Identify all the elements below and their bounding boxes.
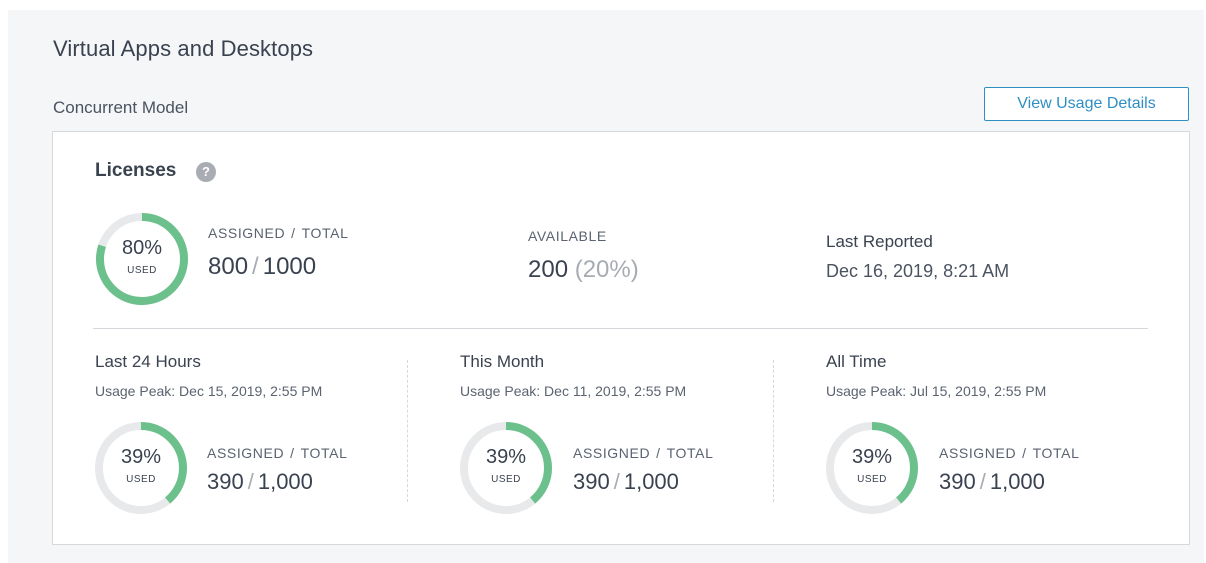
assigned-label: ASSIGNED bbox=[939, 445, 1017, 461]
column-separator bbox=[407, 360, 408, 502]
separator: / bbox=[252, 253, 259, 280]
available-value: 200 (20%) bbox=[528, 256, 639, 284]
total-label: TOTAL bbox=[1032, 445, 1080, 461]
separator: / bbox=[979, 469, 986, 494]
period-usage-ring: 39% USED bbox=[93, 420, 189, 516]
period-title: Last 24 Hours bbox=[95, 352, 201, 371]
total-value: 1,000 bbox=[989, 469, 1045, 494]
assigned-total-label: ASSIGNED / TOTAL bbox=[207, 445, 347, 461]
assigned-total-value: 390/1,000 bbox=[573, 469, 679, 495]
license-model-label: Concurrent Model bbox=[53, 98, 189, 117]
period-usage-peak: Usage Peak: Jul 15, 2019, 2:55 PM bbox=[826, 383, 1047, 399]
product-panel: Virtual Apps and Desktops Concurrent Mod… bbox=[8, 10, 1204, 563]
separator: / bbox=[656, 445, 661, 461]
assigned-total-label: ASSIGNED / TOTAL bbox=[208, 225, 348, 241]
assigned-value: 800 bbox=[208, 253, 249, 280]
assigned-label: ASSIGNED bbox=[207, 445, 285, 461]
help-icon[interactable]: ? bbox=[196, 162, 216, 182]
assigned-value: 390 bbox=[207, 469, 244, 494]
last-reported-label: Last Reported bbox=[826, 232, 933, 251]
percent-used: 80% bbox=[121, 237, 163, 259]
assigned-total-value: 800/1000 bbox=[208, 253, 316, 281]
period-usage-peak: Usage Peak: Dec 15, 2019, 2:55 PM bbox=[95, 383, 323, 399]
separator: / bbox=[290, 445, 295, 461]
total-label: TOTAL bbox=[666, 445, 714, 461]
available-count: 200 bbox=[528, 256, 569, 283]
total-value: 1,000 bbox=[623, 469, 679, 494]
last-reported-value: Dec 16, 2019, 8:21 AM bbox=[826, 261, 1010, 281]
assigned-total-label: ASSIGNED / TOTAL bbox=[573, 445, 713, 461]
column-separator bbox=[773, 360, 774, 502]
separator: / bbox=[1022, 445, 1027, 461]
used-caption: USED bbox=[491, 474, 521, 485]
assigned-value: 390 bbox=[939, 469, 976, 494]
separator: / bbox=[247, 469, 254, 494]
used-caption: USED bbox=[126, 474, 156, 485]
assigned-total-label: ASSIGNED / TOTAL bbox=[939, 445, 1079, 461]
separator: / bbox=[291, 225, 296, 241]
percent-used: 39% bbox=[851, 446, 893, 468]
total-label: TOTAL bbox=[300, 445, 348, 461]
period-usage-ring: 39% USED bbox=[458, 420, 554, 516]
assigned-label: ASSIGNED bbox=[573, 445, 651, 461]
licenses-card: Licenses ? 80% USED ASSIGNED / TOTAL 800/1… bbox=[52, 131, 1190, 545]
percent-used: 39% bbox=[485, 446, 527, 468]
divider bbox=[93, 328, 1148, 329]
licenses-title: Licenses bbox=[95, 160, 177, 181]
available-label: AVAILABLE bbox=[528, 228, 607, 244]
total-value: 1,000 bbox=[257, 469, 313, 494]
period-title: All Time bbox=[826, 352, 887, 371]
period-title: This Month bbox=[460, 352, 545, 371]
total-value: 1000 bbox=[262, 253, 317, 280]
percent-used: 39% bbox=[120, 446, 162, 468]
assigned-total-value: 390/1,000 bbox=[207, 469, 313, 495]
view-usage-details-button[interactable]: View Usage Details bbox=[984, 87, 1189, 121]
used-caption: USED bbox=[857, 474, 887, 485]
summary-usage-ring: 80% USED bbox=[94, 211, 190, 307]
period-usage-peak: Usage Peak: Dec 11, 2019, 2:55 PM bbox=[460, 383, 687, 399]
assigned-value: 390 bbox=[573, 469, 610, 494]
available-percent: (20%) bbox=[574, 256, 639, 283]
period-usage-ring: 39% USED bbox=[824, 420, 920, 516]
assigned-label: ASSIGNED bbox=[208, 225, 286, 241]
separator: / bbox=[613, 469, 620, 494]
assigned-total-value: 390/1,000 bbox=[939, 469, 1045, 495]
used-caption: USED bbox=[127, 265, 157, 276]
total-label: TOTAL bbox=[301, 225, 349, 241]
page-title: Virtual Apps and Desktops bbox=[53, 36, 314, 61]
